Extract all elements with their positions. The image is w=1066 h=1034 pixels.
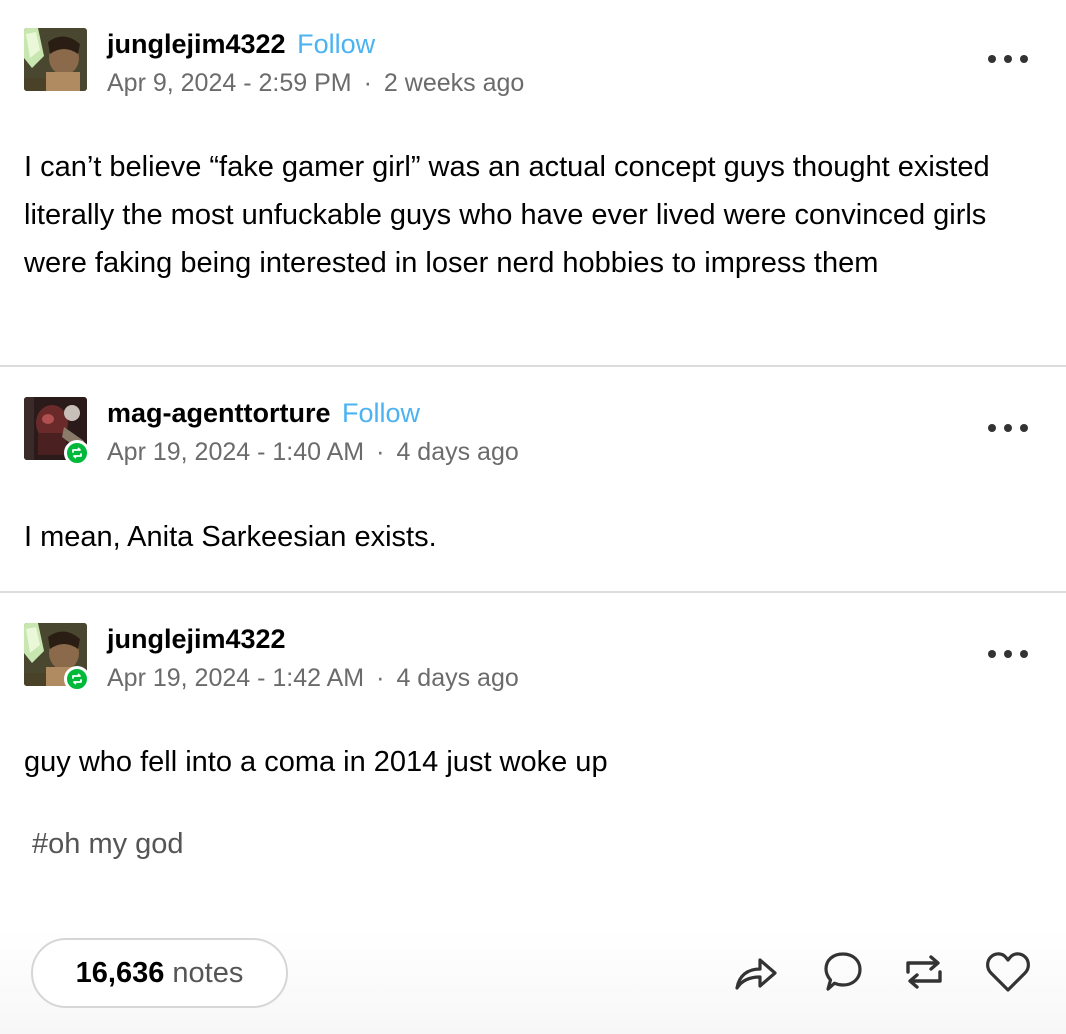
meta-separator: ·: [376, 664, 385, 692]
post-meta: Apr 19, 2024 - 1:42 AM · 4 days ago: [107, 663, 519, 693]
username[interactable]: junglejim4322: [107, 624, 286, 654]
post-header: mag-agenttorture Follow: [107, 397, 420, 429]
post-tag[interactable]: #oh my god: [32, 826, 184, 862]
post-relative-time: 4 days ago: [396, 438, 519, 466]
like-button[interactable]: [984, 948, 1032, 996]
post-body: I can’t believe “fake gamer girl” was an…: [24, 151, 990, 279]
post-date[interactable]: Apr 19, 2024 - 1:40 AM: [107, 438, 364, 466]
like-icon: [986, 952, 1030, 992]
post-header: junglejim4322: [107, 623, 286, 655]
post-divider: [0, 591, 1066, 593]
avatar-junglejim4322[interactable]: [24, 28, 87, 91]
post-meta: Apr 19, 2024 - 1:40 AM · 4 days ago: [107, 437, 519, 467]
reblog-small-icon: [72, 447, 82, 459]
avatar-junglejim4322[interactable]: [24, 623, 90, 692]
reblog-button[interactable]: [900, 948, 948, 996]
meta-separator: ·: [363, 69, 372, 97]
notes-label: notes: [172, 956, 244, 989]
meta-separator: ·: [376, 438, 385, 466]
dot-icon: [988, 424, 996, 432]
post-body: guy who fell into a coma in 2014 just wo…: [24, 746, 608, 778]
dot-icon: [1004, 424, 1012, 432]
dot-icon: [1020, 424, 1028, 432]
post-meta: Apr 9, 2024 - 2:59 PM · 2 weeks ago: [107, 68, 524, 98]
reply-button[interactable]: [818, 948, 866, 996]
avatar-image: [24, 28, 87, 91]
post-body: I mean, Anita Sarkeesian exists.: [24, 521, 437, 553]
dot-icon: [1020, 55, 1028, 63]
share-icon: [735, 958, 777, 990]
more-options-button[interactable]: [988, 421, 1028, 435]
reblog-badge: [64, 666, 90, 692]
username[interactable]: junglejim4322: [107, 29, 286, 59]
post-divider: [0, 365, 1066, 367]
dot-icon: [1004, 55, 1012, 63]
dot-icon: [1004, 650, 1012, 658]
reblog-icon: [906, 955, 942, 989]
more-options-button[interactable]: [988, 52, 1028, 66]
post-date[interactable]: Apr 9, 2024 - 2:59 PM: [107, 69, 352, 97]
username[interactable]: mag-agenttorture: [107, 398, 331, 428]
post-relative-time: 4 days ago: [396, 664, 519, 692]
post-header: junglejim4322 Follow: [107, 28, 375, 60]
share-button[interactable]: [732, 948, 780, 996]
reblog-badge: [64, 440, 90, 466]
post-date[interactable]: Apr 19, 2024 - 1:42 AM: [107, 664, 364, 692]
post-relative-time: 2 weeks ago: [383, 69, 525, 97]
dot-icon: [988, 650, 996, 658]
reply-icon: [824, 952, 862, 991]
more-options-button[interactable]: [988, 647, 1028, 661]
notes-button[interactable]: 16,636 notes: [31, 938, 288, 1008]
dot-icon: [1020, 650, 1028, 658]
reblog-small-icon: [72, 673, 82, 685]
follow-button[interactable]: Follow: [342, 398, 420, 428]
post-footer: 16,636 notes: [0, 928, 1066, 1034]
notes-count: 16,636: [75, 956, 165, 989]
follow-button[interactable]: Follow: [297, 29, 375, 59]
dot-icon: [988, 55, 996, 63]
avatar-mag-agenttorture[interactable]: [24, 397, 90, 466]
